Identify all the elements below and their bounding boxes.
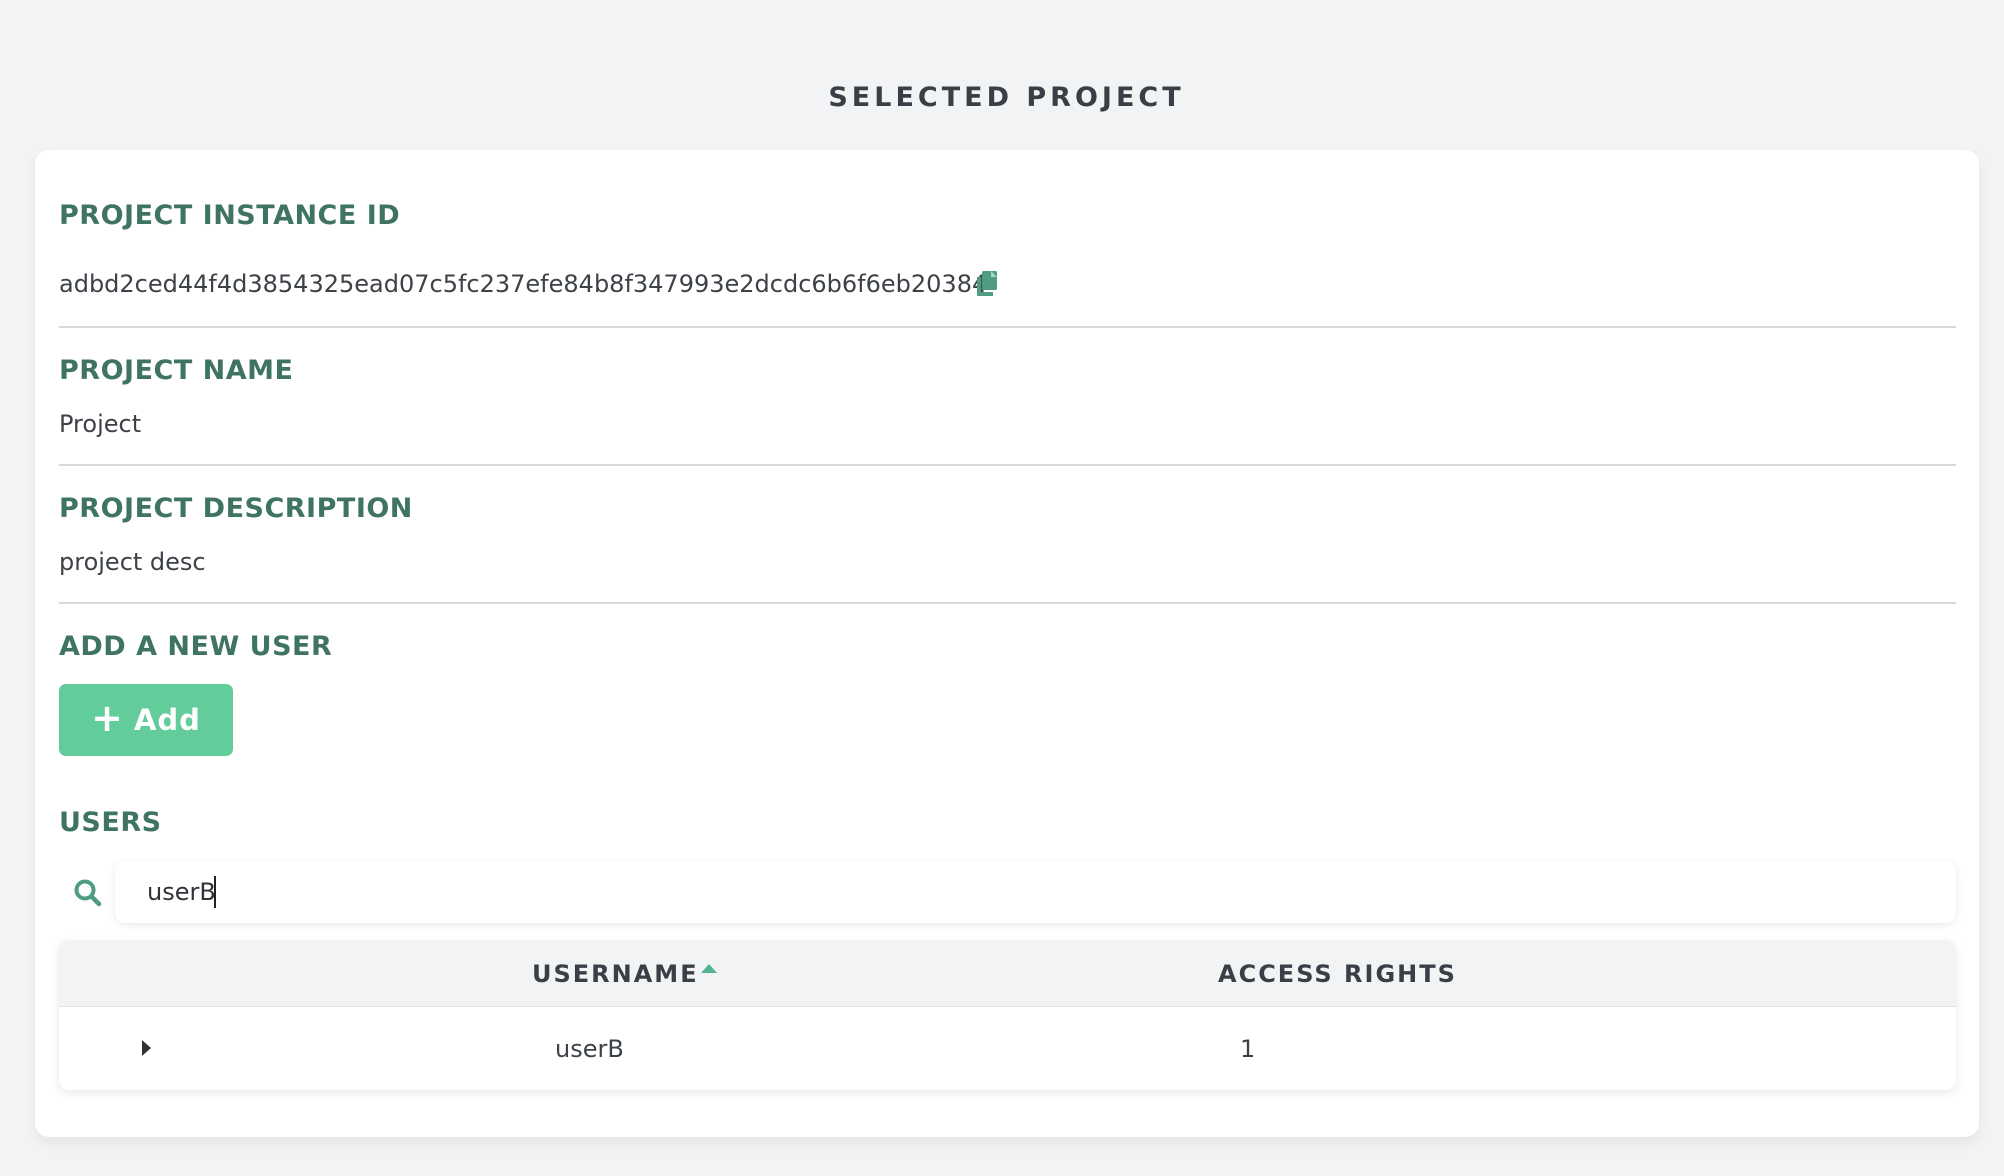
add-user-button-label: Add [133,703,201,737]
user-search-input[interactable] [115,861,1956,923]
text-cursor [214,876,216,908]
divider [59,464,1956,466]
add-user-button[interactable]: + Add [59,684,233,756]
page-title: SELECTED PROJECT [828,82,1185,113]
instance-id-value: adbd2ced44f4d3854325ead07c5fc237efe84b8f… [59,270,988,298]
project-name-value: Project [59,410,142,438]
instance-id-heading: PROJECT INSTANCE ID [59,200,401,231]
project-details-card: PROJECT INSTANCE ID adbd2ced44f4d3854325… [35,150,1979,1137]
users-table: USERNAME ACCESS RIGHTS userB 1 [59,940,1956,1090]
add-user-heading: ADD A NEW USER [59,631,333,662]
username-cell: userB [555,1035,624,1063]
column-header-username[interactable]: USERNAME [532,960,699,988]
project-description-heading: PROJECT DESCRIPTION [59,493,413,524]
table-row[interactable]: userB 1 [59,1007,1956,1090]
divider [59,602,1956,604]
project-description-value: project desc [59,548,206,576]
users-heading: USERS [59,807,162,838]
access-rights-cell: 1 [1240,1035,1256,1063]
plus-icon: + [91,696,124,740]
expand-row-icon[interactable] [142,1040,151,1056]
table-header: USERNAME ACCESS RIGHTS [59,940,1956,1007]
copy-icon[interactable] [975,270,999,298]
sort-ascending-icon[interactable] [701,964,717,973]
column-header-access-rights[interactable]: ACCESS RIGHTS [1218,960,1457,988]
search-icon [74,879,102,907]
project-name-heading: PROJECT NAME [59,355,294,386]
divider [59,326,1956,328]
